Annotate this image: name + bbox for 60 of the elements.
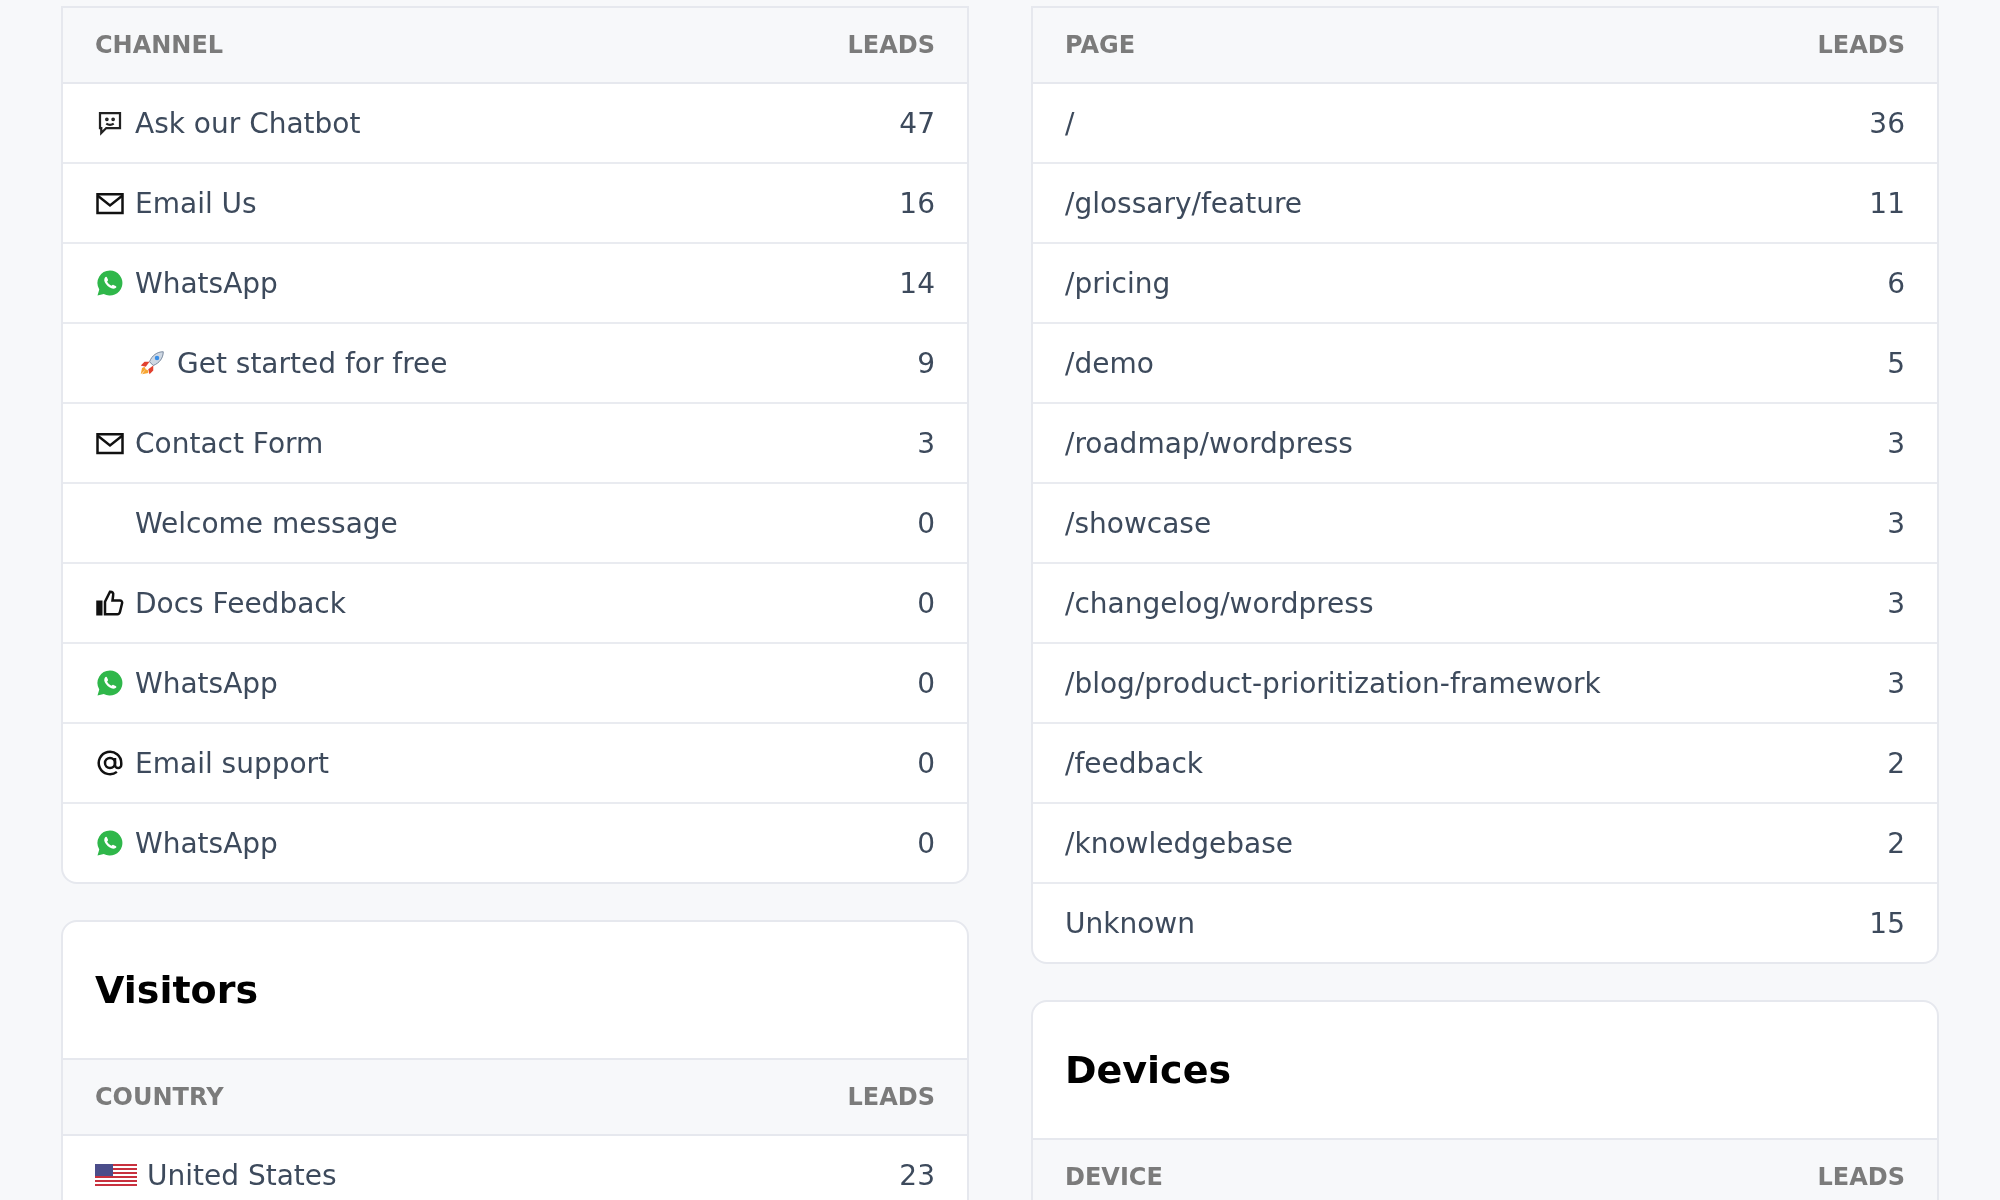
row-label: Email Us (135, 186, 257, 220)
whatsapp-icon (95, 668, 125, 698)
leads-count: 2 (1887, 826, 1905, 860)
row-label: /blog/product-prioritization-framework (1065, 666, 1601, 700)
leads-count: 0 (917, 586, 935, 620)
column-header: LEADS (1817, 31, 1905, 59)
leads-count: 3 (917, 426, 935, 460)
leads-count: 3 (1887, 666, 1905, 700)
leads-count: 0 (917, 746, 935, 780)
us-flag-icon (95, 1164, 137, 1186)
row-label: Email support (135, 746, 330, 780)
row-label: / (1065, 106, 1075, 140)
card-title: Visitors (94, 967, 260, 1014)
whatsapp-icon (95, 828, 125, 858)
column-header: LEADS (847, 31, 935, 59)
row-label: Ask our Chatbot (135, 106, 361, 140)
leads-count: 11 (1869, 186, 1905, 220)
leads-count: 9 (917, 346, 935, 380)
row-label: /showcase (1065, 506, 1212, 540)
row-label: Get started for free (177, 346, 448, 380)
row-label: /feedback (1065, 746, 1204, 780)
whatsapp-icon (95, 268, 125, 298)
column-header: LEADS (1817, 1163, 1905, 1191)
leads-count: 0 (917, 826, 935, 860)
leads-count: 2 (1887, 746, 1905, 780)
column-header: CHANNEL (95, 31, 224, 59)
leads-count: 47 (899, 106, 935, 140)
row-label: United States (147, 1158, 337, 1192)
leads-count: 0 (917, 506, 935, 540)
leads-count: 14 (899, 266, 935, 300)
row-label: /knowledgebase (1065, 826, 1293, 860)
column-header: COUNTRY (95, 1083, 224, 1111)
row-label: /glossary/feature (1065, 186, 1303, 220)
row-label: Welcome message (135, 506, 398, 540)
row-label: WhatsApp (135, 266, 278, 300)
row-label: Unknown (1065, 906, 1195, 940)
row-label: /changelog/wordpress (1065, 586, 1374, 620)
leads-count: 3 (1887, 506, 1905, 540)
column-header: LEADS (847, 1083, 935, 1111)
thumbs-up-icon (95, 588, 125, 618)
leads-count: 6 (1887, 266, 1905, 300)
leads-count: 0 (917, 666, 935, 700)
leads-count: 5 (1887, 346, 1905, 380)
row-label: WhatsApp (135, 826, 278, 860)
leads-count: 3 (1887, 586, 1905, 620)
row-label: /demo (1065, 346, 1154, 380)
row-label: /roadmap/wordpress (1065, 426, 1353, 460)
row-label: Docs Feedback (135, 586, 346, 620)
card-title: Devices (1064, 1047, 1233, 1094)
at-sign-icon (95, 748, 125, 778)
column-header: PAGE (1065, 31, 1136, 59)
leads-count: 36 (1869, 106, 1905, 140)
leads-count: 15 (1869, 906, 1905, 940)
row-label: Contact Form (135, 426, 324, 460)
column-header: DEVICE (1065, 1163, 1163, 1191)
leads-count: 3 (1887, 426, 1905, 460)
leads-count: 23 (899, 1158, 935, 1192)
leads-count: 16 (899, 186, 935, 220)
row-label: /pricing (1065, 266, 1171, 300)
row-label: WhatsApp (135, 666, 278, 700)
